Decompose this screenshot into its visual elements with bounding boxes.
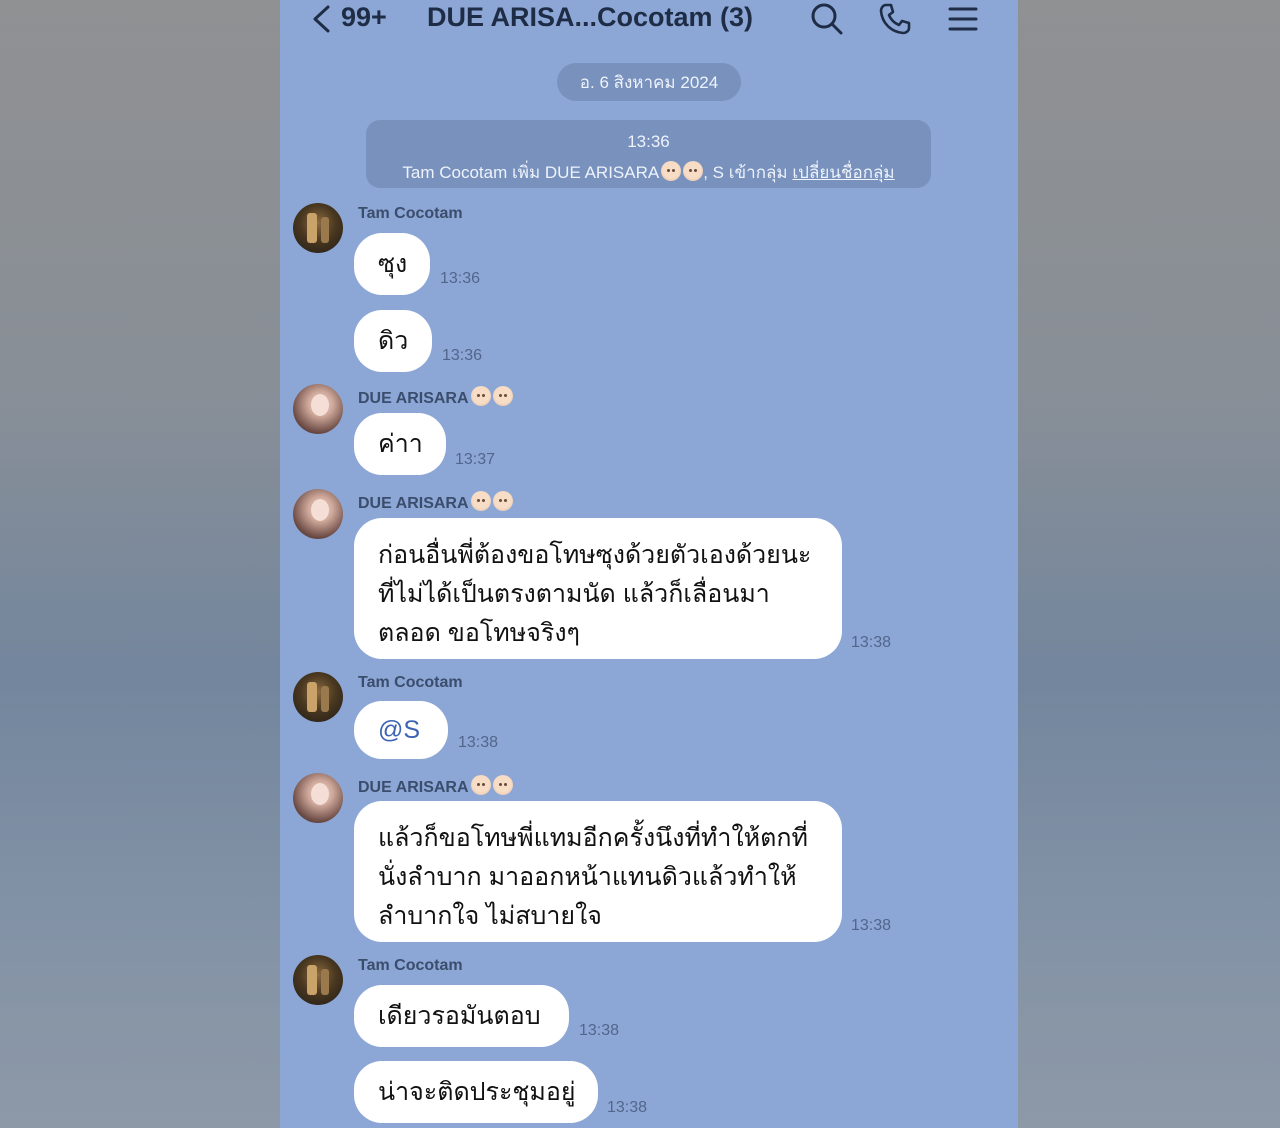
sender-name: Tam Cocotam (358, 205, 463, 222)
avatar-due-arisara[interactable] (293, 384, 343, 434)
message-time: 13:38 (579, 1022, 620, 1039)
sender-name: DUE ARISARA (358, 386, 513, 408)
sender-name: Tam Cocotam (358, 957, 463, 974)
chat-screen: 99+ DUE ARISA...Cocotam (3) อ. 6 สิงหาคม… (280, 0, 1018, 1128)
baby-emoji-icon (470, 386, 491, 406)
rename-group-link[interactable]: เปลี่ยนชื่อกลุ่ม (792, 163, 894, 182)
chat-header: 99+ DUE ARISA...Cocotam (3) (280, 0, 1018, 44)
system-notice: 13:36 Tam Cocotam เพิ่ม DUE ARISARA, S เ… (366, 120, 931, 188)
message-time: 13:36 (442, 347, 483, 364)
message-bubble[interactable]: น่าจะติดประชุมอยู่ (354, 1061, 598, 1123)
message-bubble[interactable]: แล้วก็ขอโทษพี่แทมอีกครั้งนึงที่ทำให้ตกที… (354, 801, 842, 942)
date-separator: อ. 6 สิงหาคม 2024 (557, 63, 741, 101)
baby-emoji-icon (492, 386, 513, 406)
message-bubble[interactable]: ค่าา (354, 413, 446, 475)
message-time: 13:36 (440, 270, 481, 287)
message-bubble[interactable]: ก่อนอื่นพี่ต้องขอโทษซุงด้วยตัวเองด้วยนะ … (354, 518, 842, 659)
message-bubble[interactable]: ซุง (354, 233, 430, 295)
sender-name: DUE ARISARA (358, 491, 513, 513)
chat-title[interactable]: DUE ARISA...Cocotam (3) (427, 2, 753, 33)
message-time: 13:37 (455, 451, 496, 468)
menu-icon[interactable] (948, 4, 978, 34)
baby-emoji-icon (470, 491, 491, 511)
search-icon[interactable] (810, 2, 844, 36)
message-bubble[interactable]: เดียวรอมันตอบ (354, 985, 569, 1047)
avatar-due-arisara[interactable] (293, 773, 343, 823)
system-notice-time: 13:36 (627, 132, 670, 151)
background-right (1018, 0, 1280, 1128)
baby-emoji-icon (683, 161, 704, 181)
system-notice-text: Tam Cocotam เพิ่ม DUE ARISARA, S เข้ากลุ… (402, 161, 895, 182)
avatar-due-arisara[interactable] (293, 489, 343, 539)
avatar-tam-cocotam[interactable] (293, 672, 343, 722)
sender-name: Tam Cocotam (358, 674, 463, 691)
baby-emoji-icon (470, 775, 491, 795)
baby-emoji-icon (661, 161, 682, 181)
mention-bubble[interactable]: @S (354, 701, 448, 759)
sender-name: DUE ARISARA (358, 775, 513, 797)
message-time: 13:38 (458, 734, 499, 751)
unread-count[interactable]: 99+ (341, 2, 387, 33)
avatar-tam-cocotam[interactable] (293, 955, 343, 1005)
background-left (0, 0, 280, 1128)
message-time: 13:38 (851, 634, 892, 651)
baby-emoji-icon (492, 491, 513, 511)
back-icon[interactable] (310, 4, 334, 34)
message-bubble[interactable]: ดิว (354, 310, 432, 372)
message-time: 13:38 (607, 1099, 648, 1116)
avatar-tam-cocotam[interactable] (293, 203, 343, 253)
call-icon[interactable] (878, 2, 912, 36)
message-time: 13:38 (851, 917, 892, 934)
baby-emoji-icon (492, 775, 513, 795)
